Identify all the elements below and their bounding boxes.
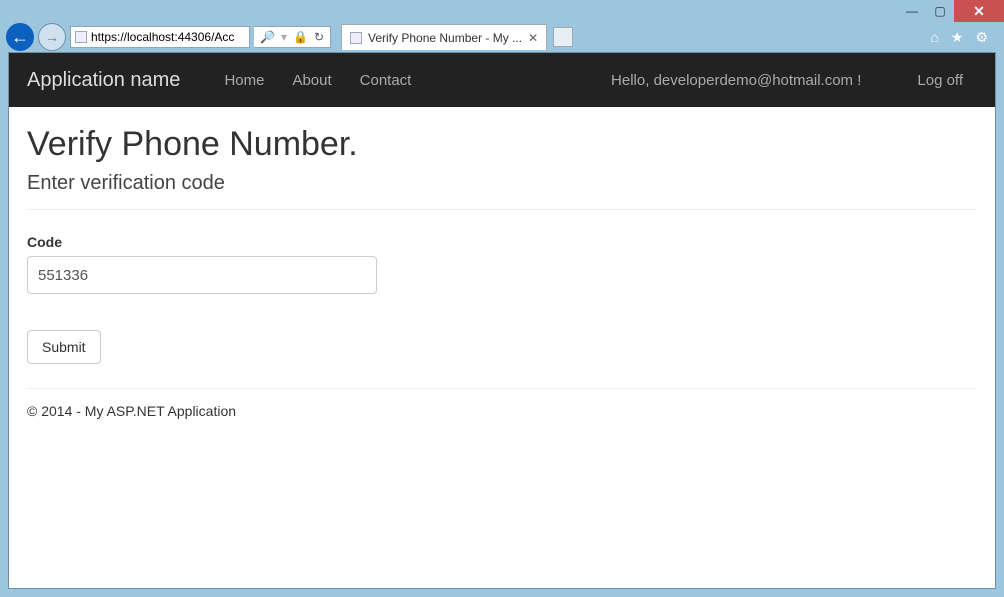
search-icon[interactable]: 🔎 (260, 30, 275, 44)
refresh-icon[interactable]: ↻ (314, 30, 324, 44)
site-navbar: Application name Home About Contact Hell… (9, 53, 995, 107)
browser-tab[interactable]: Verify Phone Number - My ... ✕ (341, 24, 547, 50)
settings-icon[interactable]: ⚙ (975, 29, 988, 46)
nav-home[interactable]: Home (224, 72, 264, 89)
tab-favicon (350, 32, 362, 44)
close-icon: ✕ (973, 3, 985, 20)
nav-about[interactable]: About (292, 72, 331, 89)
close-button[interactable]: ✕ (954, 0, 1004, 22)
minimize-icon: — (906, 4, 918, 18)
divider (27, 209, 977, 210)
footer-text: © 2014 - My ASP.NET Application (27, 403, 236, 419)
address-text: https://localhost:44306/Acc (91, 30, 234, 44)
code-group: Code (27, 234, 977, 294)
page-title: Verify Phone Number. (27, 125, 977, 164)
code-label: Code (27, 234, 977, 250)
back-button[interactable]: ← (6, 23, 34, 51)
lock-icon: 🔒 (293, 30, 308, 44)
forward-button[interactable]: → (38, 23, 66, 51)
address-controls: 🔎 ▾ 🔒 ↻ (254, 26, 331, 48)
tab-close-icon[interactable]: ✕ (528, 31, 538, 45)
minimize-button[interactable]: — (898, 0, 926, 22)
code-input[interactable] (27, 256, 377, 294)
address-bar[interactable]: https://localhost:44306/Acc (70, 26, 250, 48)
nav-contact[interactable]: Contact (360, 72, 412, 89)
page-body: Verify Phone Number. Enter verification … (9, 107, 995, 429)
page-icon (75, 31, 87, 43)
home-icon[interactable]: ⌂ (930, 29, 938, 46)
favorites-icon[interactable]: ★ (951, 29, 964, 46)
browser-tools: ⌂ ★ ⚙ (930, 29, 998, 46)
brand[interactable]: Application name (27, 69, 180, 92)
page-footer: © 2014 - My ASP.NET Application (27, 388, 977, 419)
maximize-icon: ▢ (934, 4, 945, 18)
window-titlebar: — ▢ ✕ (0, 0, 1004, 22)
maximize-button[interactable]: ▢ (926, 0, 954, 22)
page-subtitle: Enter verification code (27, 172, 977, 195)
nav-hello[interactable]: Hello, developerdemo@hotmail.com ! (611, 72, 861, 89)
browser-chrome: ← → https://localhost:44306/Acc 🔎 ▾ 🔒 ↻ … (0, 22, 1004, 52)
tab-title: Verify Phone Number - My ... (368, 31, 522, 45)
page-viewport: Application name Home About Contact Hell… (8, 52, 996, 589)
new-tab-button[interactable] (553, 27, 573, 47)
submit-button[interactable]: Submit (27, 330, 101, 364)
nav-logoff[interactable]: Log off (917, 72, 963, 89)
